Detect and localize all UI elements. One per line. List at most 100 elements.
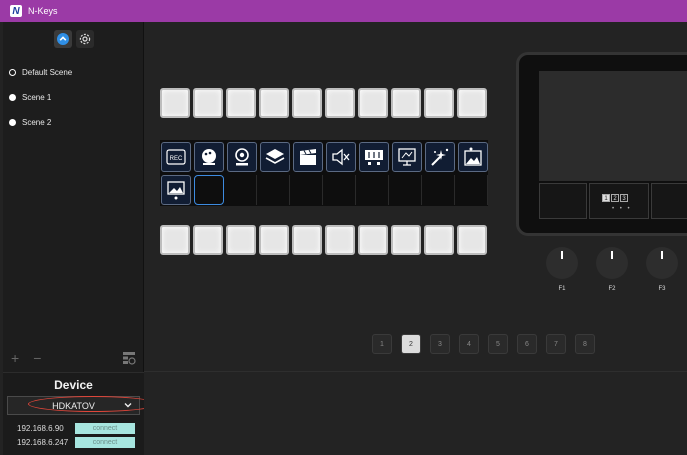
empty-slot[interactable]	[227, 175, 257, 205]
connect-button[interactable]: connect	[75, 437, 135, 448]
mini-page: 1	[602, 194, 610, 202]
key-button[interactable]	[292, 225, 322, 255]
image-action[interactable]	[458, 142, 488, 172]
mixer-icon	[365, 150, 383, 165]
knob-indicator	[661, 251, 663, 259]
empty-slot[interactable]	[293, 175, 323, 205]
tab-settings[interactable]	[75, 29, 94, 48]
layers-icon	[265, 149, 285, 164]
radio-selected-icon	[9, 69, 16, 76]
empty-slot[interactable]	[425, 175, 455, 205]
page-button-8[interactable]: 8	[575, 334, 595, 354]
page-button-3[interactable]: 3	[430, 334, 450, 354]
scene-item-2[interactable]: Scene 2	[3, 110, 144, 135]
effects-icon	[431, 148, 449, 166]
device-title: Device	[54, 378, 93, 392]
add-scene-button[interactable]: +	[11, 350, 19, 366]
knob-label: F2	[608, 286, 616, 292]
key-button[interactable]	[160, 88, 190, 118]
image-frame-action[interactable]	[161, 175, 191, 205]
key-button[interactable]	[325, 225, 355, 255]
empty-slot[interactable]	[458, 175, 488, 205]
action-grid: REC	[160, 140, 488, 206]
empty-slot[interactable]	[260, 175, 290, 205]
key-button[interactable]	[226, 225, 256, 255]
strip-slot-pages[interactable]: 1 2 3 • • •	[589, 183, 649, 219]
key-button[interactable]	[358, 88, 388, 118]
gear-icon	[79, 33, 90, 44]
image-icon	[464, 147, 482, 166]
key-button[interactable]	[391, 88, 421, 118]
page-button-4[interactable]: 4	[459, 334, 479, 354]
page-selector: 1 2 3 4 5 6 7 8	[372, 334, 595, 354]
knob-f3[interactable]	[646, 247, 678, 279]
clapper-action[interactable]	[293, 142, 323, 172]
page-button-2[interactable]: 2	[401, 334, 421, 354]
scene-settings-icon[interactable]	[122, 351, 136, 365]
device-panel: Device HDKATOV 192.168.6.90 connect 192.…	[3, 372, 144, 455]
left-tabs	[3, 22, 144, 55]
top-key-row	[160, 88, 487, 118]
app-logo: N	[10, 5, 22, 17]
key-button[interactable]	[424, 225, 454, 255]
scene-toolbar: + −	[3, 348, 144, 368]
device-entry: 192.168.6.90 connect	[3, 423, 144, 435]
mixer-action[interactable]	[359, 142, 389, 172]
knob-f2[interactable]	[596, 247, 628, 279]
empty-slot[interactable]	[392, 175, 422, 205]
mini-page: 3	[620, 194, 628, 202]
key-button[interactable]	[424, 88, 454, 118]
mini-pager: 1 2 3	[602, 194, 628, 202]
device-ip: 192.168.6.90	[17, 424, 64, 433]
strip-slot[interactable]	[651, 183, 687, 219]
scene-list: Default Scene Scene 1 Scene 2	[3, 60, 144, 135]
webcam-action[interactable]	[227, 142, 257, 172]
palette-icon	[202, 149, 216, 165]
clapper-icon	[300, 149, 316, 165]
knob-indicator	[611, 251, 613, 259]
key-button[interactable]	[193, 225, 223, 255]
rec-action[interactable]: REC	[161, 142, 191, 172]
tab-scenes[interactable]	[53, 29, 72, 48]
scene-item-1[interactable]: Scene 1	[3, 85, 144, 110]
key-button[interactable]	[457, 225, 487, 255]
title-bar: N N-Keys	[0, 0, 687, 22]
mute-action[interactable]	[326, 142, 356, 172]
knob-f1[interactable]	[546, 247, 578, 279]
key-button[interactable]	[226, 88, 256, 118]
remove-scene-button[interactable]: −	[33, 350, 41, 366]
palette-action[interactable]	[194, 142, 224, 172]
selected-empty-slot[interactable]	[194, 175, 224, 205]
empty-slot[interactable]	[326, 175, 356, 205]
chevron-up-icon	[56, 32, 69, 45]
effects-action[interactable]	[425, 142, 455, 172]
page-button-5[interactable]: 5	[488, 334, 508, 354]
bottom-key-row	[160, 225, 487, 255]
key-button[interactable]	[457, 88, 487, 118]
layers-action[interactable]	[260, 142, 290, 172]
image-frame-icon	[167, 181, 185, 200]
strip-slot[interactable]	[539, 183, 587, 219]
mini-dots: • • •	[612, 206, 632, 212]
knob-label: F3	[658, 286, 666, 292]
rec-icon: REC	[166, 149, 186, 165]
key-button[interactable]	[292, 88, 322, 118]
key-button[interactable]	[358, 225, 388, 255]
page-button-1[interactable]: 1	[372, 334, 392, 354]
key-button[interactable]	[259, 225, 289, 255]
screen-action[interactable]	[392, 142, 422, 172]
key-button[interactable]	[325, 88, 355, 118]
key-button[interactable]	[259, 88, 289, 118]
window-title: N-Keys	[28, 6, 58, 16]
key-button[interactable]	[193, 88, 223, 118]
device-ip: 192.168.6.247	[17, 438, 69, 447]
connect-button[interactable]: connect	[75, 423, 135, 434]
page-button-6[interactable]: 6	[517, 334, 537, 354]
key-button[interactable]	[160, 225, 190, 255]
key-button[interactable]	[391, 225, 421, 255]
scene-label: Scene 2	[22, 118, 52, 127]
scene-label: Scene 1	[22, 93, 52, 102]
empty-slot[interactable]	[359, 175, 389, 205]
page-button-7[interactable]: 7	[546, 334, 566, 354]
scene-item-default[interactable]: Default Scene	[3, 60, 144, 85]
